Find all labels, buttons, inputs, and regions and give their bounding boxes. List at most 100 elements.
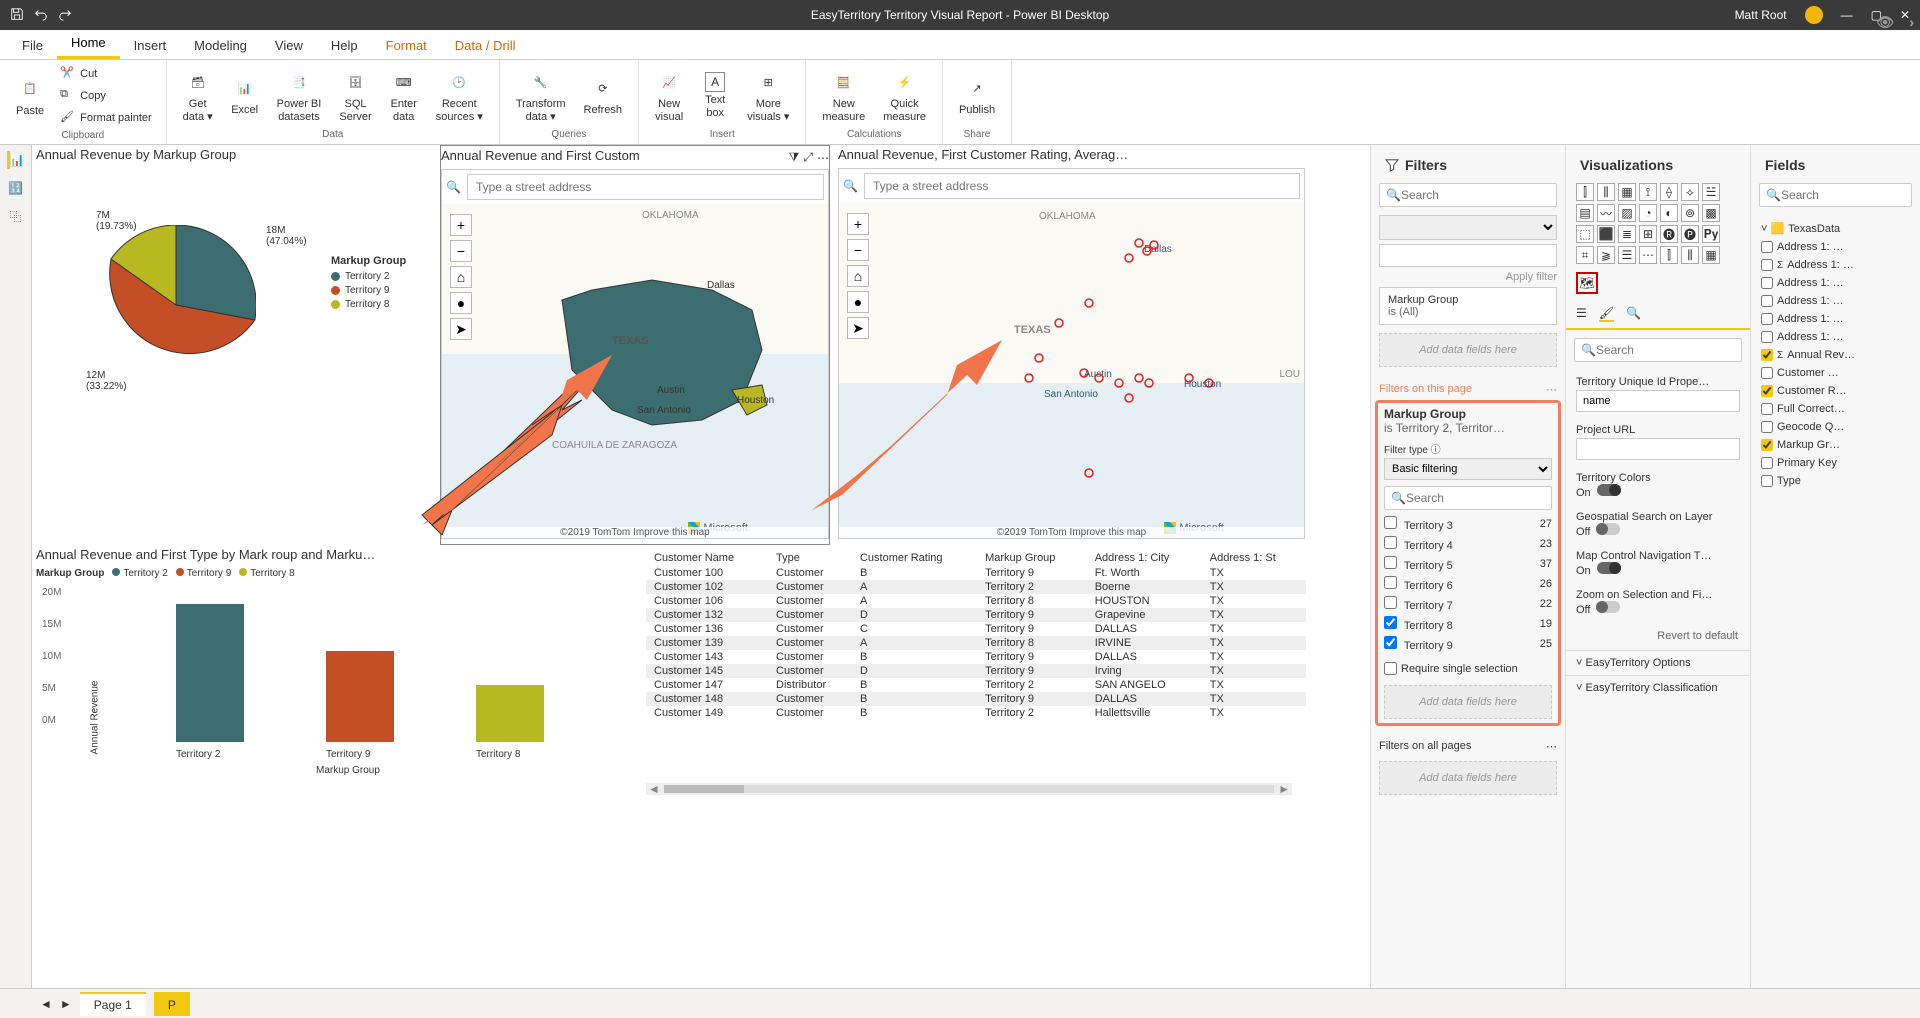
table-row[interactable]: Customer 136CustomerCTerritory 9DALLASTX xyxy=(646,622,1306,636)
viz-type-icon[interactable]: ▦ xyxy=(1702,246,1720,264)
geo-search-toggle[interactable] xyxy=(1596,523,1620,535)
project-url-input[interactable] xyxy=(1576,438,1740,460)
bar-chart-tile[interactable]: Annual Revenue and First Type by Mark ro… xyxy=(36,545,636,800)
territory-colors-toggle[interactable] xyxy=(1597,484,1621,496)
map2-tile[interactable]: Annual Revenue, First Customer Rating, A… xyxy=(838,145,1305,545)
get-data-button[interactable]: 🗃Get data ▾ xyxy=(177,64,219,127)
zoom-selection-toggle[interactable] xyxy=(1596,601,1620,613)
tab-view[interactable]: View xyxy=(261,32,317,59)
add-fields-dropzone[interactable]: Add data fields here xyxy=(1379,333,1557,367)
column-header[interactable]: Address 1: City xyxy=(1087,550,1202,566)
viz-type-icon[interactable]: ⬚ xyxy=(1576,225,1594,243)
column-header[interactable]: Customer Rating xyxy=(852,550,977,566)
home-button[interactable]: ⌂ xyxy=(450,266,472,288)
viz-type-icon[interactable]: 〰 xyxy=(1597,204,1615,222)
field-item[interactable]: Geocode Q… xyxy=(1759,418,1912,436)
viz-type-icon[interactable]: ☱ xyxy=(1702,183,1720,201)
more-icon[interactable]: ⋯ xyxy=(817,151,829,165)
viz-type-icon[interactable]: ⫼ xyxy=(1597,183,1615,201)
enter-data-button[interactable]: ⌨Enter data xyxy=(384,64,424,127)
cut-button[interactable]: ✂️Cut xyxy=(56,64,156,84)
table-row[interactable]: Customer 132CustomerDTerritory 9Grapevin… xyxy=(646,608,1306,622)
fields-search-input[interactable] xyxy=(1781,188,1905,202)
filter-field-select[interactable] xyxy=(1379,215,1557,240)
avatar[interactable] xyxy=(1805,6,1823,24)
filter-item[interactable]: Territory 423 xyxy=(1384,534,1552,554)
viz-type-icon[interactable]: ≣ xyxy=(1618,225,1636,243)
viz-type-icon[interactable]: ⟟ xyxy=(1639,183,1657,201)
table-row[interactable]: Customer 147DistributorBTerritory 2SAN A… xyxy=(646,678,1306,692)
field-item[interactable]: Address 1: … xyxy=(1759,292,1912,310)
format-tab-icon[interactable]: 🖌 xyxy=(1599,306,1614,322)
table-row[interactable]: Customer 102CustomerATerritory 2BoerneTX xyxy=(646,580,1306,594)
sql-server-button[interactable]: 🗄SQL Server xyxy=(333,64,377,127)
filter-type-select[interactable]: Basic filtering xyxy=(1384,458,1552,480)
viz-type-icon[interactable]: ⌗ xyxy=(1576,246,1594,264)
quick-measure-button[interactable]: ⚡Quick measure xyxy=(877,64,932,127)
viz-type-icon[interactable]: ▤ xyxy=(1576,204,1594,222)
focus-icon[interactable]: ⤢ xyxy=(803,150,813,165)
viz-type-icon[interactable]: ⫼ xyxy=(1681,246,1699,264)
viz-type-icon[interactable]: ⫿ xyxy=(1576,183,1594,201)
field-item[interactable]: Address 1: … xyxy=(1759,328,1912,346)
field-item[interactable]: Customer R… xyxy=(1759,382,1912,400)
refresh-button[interactable]: ⟳Refresh xyxy=(578,64,629,127)
model-view-icon[interactable]: ⿻ xyxy=(7,207,25,225)
minimize-icon[interactable]: — xyxy=(1841,8,1853,22)
point-button[interactable]: ● xyxy=(450,292,472,314)
next-page-button[interactable]: ► xyxy=(60,997,72,1011)
map1-tile[interactable]: Annual Revenue and First Custom ⧩ ⤢ ⋯ 🔍 … xyxy=(440,145,830,545)
analytics-tab-icon[interactable]: 🔍 xyxy=(1626,306,1641,322)
column-header[interactable]: Type xyxy=(768,550,852,566)
data-table-tile[interactable]: Customer NameTypeCustomer RatingMarkup G… xyxy=(646,550,1306,795)
tab-help[interactable]: Help xyxy=(317,32,372,59)
save-icon[interactable] xyxy=(10,7,24,24)
new-visual-button[interactable]: 📈New visual xyxy=(649,64,689,127)
table-row[interactable]: Customer 143CustomerBTerritory 9DALLASTX xyxy=(646,650,1306,664)
table-row[interactable]: Customer 148CustomerBTerritory 9DALLASTX xyxy=(646,692,1306,706)
field-item[interactable]: Address 1: … xyxy=(1759,238,1912,256)
filter-item[interactable]: Territory 819 xyxy=(1384,614,1552,634)
prev-page-button[interactable]: ◄ xyxy=(40,997,52,1011)
undo-icon[interactable] xyxy=(34,7,48,24)
zoom-out-button[interactable]: − xyxy=(450,240,472,262)
viz-type-icon[interactable]: ▩ xyxy=(1702,204,1720,222)
filter-item[interactable]: Territory 925 xyxy=(1384,634,1552,654)
viz-type-icon[interactable]: ⟠ xyxy=(1660,183,1678,201)
viz-type-icon[interactable]: ⋯ xyxy=(1639,246,1657,264)
field-item[interactable]: Customer … xyxy=(1759,364,1912,382)
field-item[interactable]: Markup Gr… xyxy=(1759,436,1912,454)
collapse-icon[interactable]: › xyxy=(1909,14,1914,30)
data-view-icon[interactable]: 🔢 xyxy=(7,179,25,197)
filter-item[interactable]: Territory 722 xyxy=(1384,594,1552,614)
expand-icon[interactable]: 👁 xyxy=(1876,14,1894,31)
viz-type-icon[interactable]: ◐ xyxy=(1660,204,1678,222)
more-visuals-button[interactable]: ⊞More visuals ▾ xyxy=(741,64,795,127)
column-header[interactable]: Markup Group xyxy=(977,550,1087,566)
text-box-button[interactable]: AText box xyxy=(695,64,735,127)
revert-default-button[interactable]: Revert to default xyxy=(1566,622,1750,650)
pie-chart-tile[interactable]: Annual Revenue by Markup Group 18M (47.0… xyxy=(36,145,431,440)
map1-search-input[interactable] xyxy=(467,174,824,200)
field-item[interactable]: Type xyxy=(1759,472,1912,490)
zoom-in-button[interactable]: + xyxy=(450,214,472,236)
viz-type-icon[interactable]: ⬛ xyxy=(1597,225,1615,243)
territory-id-input[interactable] xyxy=(1576,390,1740,412)
recent-sources-button[interactable]: 🕑Recent sources ▾ xyxy=(430,64,489,127)
column-header[interactable]: Customer Name xyxy=(646,550,768,566)
filter-items-search[interactable] xyxy=(1406,491,1545,505)
filter-item[interactable]: Territory 537 xyxy=(1384,554,1552,574)
tab-home[interactable]: Home xyxy=(57,29,120,59)
fields-tab-icon[interactable]: ☰ xyxy=(1576,306,1587,322)
viz-type-icon[interactable]: ⟡ xyxy=(1681,183,1699,201)
column-header[interactable]: Address 1: St xyxy=(1202,550,1306,566)
filter-value-input[interactable] xyxy=(1379,244,1557,267)
viz-type-icon[interactable]: ⊚ xyxy=(1681,204,1699,222)
field-item[interactable]: Primary Key xyxy=(1759,454,1912,472)
viz-type-icon[interactable]: ▨ xyxy=(1618,204,1636,222)
table-row[interactable]: Customer 145CustomerDTerritory 9IrvingTX xyxy=(646,664,1306,678)
page-filter-card[interactable]: Markup Group is Territory 2, Territor… F… xyxy=(1375,400,1561,726)
visual-filter-card[interactable]: Markup Group is (All) xyxy=(1379,287,1557,325)
customer-table[interactable]: Customer NameTypeCustomer RatingMarkup G… xyxy=(646,550,1306,720)
viz-type-icon[interactable]: 🅟 xyxy=(1681,225,1699,243)
